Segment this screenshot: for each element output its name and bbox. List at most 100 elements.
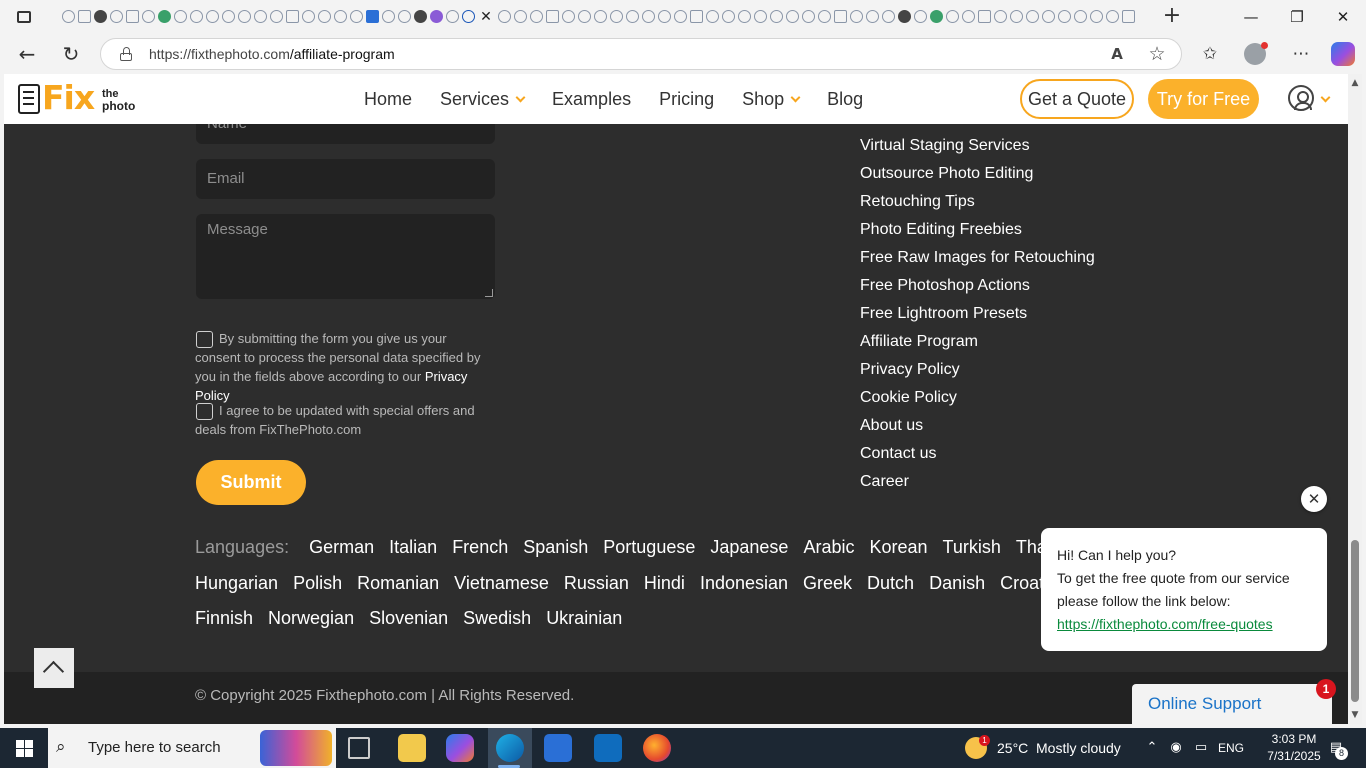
windows-start-icon[interactable] bbox=[16, 740, 33, 757]
tab-favicon-icon[interactable] bbox=[1041, 10, 1055, 23]
language-link[interactable]: French bbox=[452, 537, 508, 558]
more-menu-icon[interactable]: ⋯ bbox=[1287, 41, 1315, 67]
language-link[interactable]: Swedish bbox=[463, 608, 531, 629]
tab-favicon-icon[interactable] bbox=[961, 10, 975, 23]
scroll-to-top-button[interactable] bbox=[34, 648, 74, 688]
online-support-button[interactable]: Online Support bbox=[1132, 684, 1332, 724]
footer-link[interactable]: About us bbox=[860, 417, 923, 435]
tab-favicon-icon[interactable] bbox=[445, 10, 459, 23]
address-bar[interactable]: https://fixthephoto.com/affiliate-progra… bbox=[100, 38, 1182, 70]
reload-button[interactable]: ↻ bbox=[56, 40, 86, 68]
tab-favicon-icon[interactable] bbox=[333, 10, 347, 23]
tab-favicon-icon[interactable] bbox=[221, 10, 235, 23]
tab-favicon-icon[interactable] bbox=[913, 10, 927, 23]
tab-favicon-icon[interactable] bbox=[625, 10, 639, 23]
tab-actions-icon[interactable] bbox=[10, 6, 38, 28]
menu-services[interactable]: Services bbox=[440, 89, 526, 110]
tab-favicon-icon[interactable] bbox=[1009, 10, 1023, 23]
edge-browser-icon[interactable] bbox=[496, 734, 524, 762]
task-view-icon[interactable] bbox=[348, 737, 370, 759]
close-tab-icon[interactable]: ✕ bbox=[478, 9, 494, 25]
language-link[interactable]: Polish bbox=[293, 573, 342, 594]
footer-link[interactable]: Free Raw Images for Retouching bbox=[860, 249, 1095, 267]
language-link[interactable]: Russian bbox=[564, 573, 629, 594]
language-link[interactable]: Slovenian bbox=[369, 608, 448, 629]
read-aloud-icon[interactable]: A bbox=[1105, 43, 1129, 65]
language-link[interactable]: Vietnamese bbox=[454, 573, 549, 594]
maximize-button[interactable]: ❐ bbox=[1274, 4, 1320, 30]
tab-favicon-icon[interactable] bbox=[641, 10, 655, 23]
get-quote-button[interactable]: Get a Quote bbox=[1020, 79, 1134, 119]
language-link[interactable]: Greek bbox=[803, 573, 852, 594]
language-link[interactable]: Ukrainian bbox=[546, 608, 622, 629]
email-input[interactable]: Email bbox=[196, 159, 495, 199]
footer-link[interactable]: Contact us bbox=[860, 445, 936, 463]
try-free-button[interactable]: Try for Free bbox=[1148, 79, 1259, 119]
menu-shop[interactable]: Shop bbox=[742, 89, 801, 110]
weather-text[interactable]: Mostly cloudy bbox=[1036, 728, 1121, 768]
taskbar-clock[interactable]: 3:03 PM 7/31/2025 bbox=[1262, 731, 1326, 765]
user-account-icon[interactable] bbox=[1288, 85, 1314, 111]
url-text[interactable]: https://fixthephoto.com/affiliate-progra… bbox=[149, 39, 395, 69]
tab-favicon-icon[interactable] bbox=[189, 10, 203, 23]
tab-favicon-icon[interactable] bbox=[929, 10, 943, 23]
tab-favicon-icon[interactable] bbox=[317, 10, 331, 23]
footer-link[interactable]: Free Lightroom Presets bbox=[860, 305, 1027, 323]
tab-favicon-icon[interactable] bbox=[561, 10, 575, 23]
menu-home[interactable]: Home bbox=[364, 89, 412, 110]
tab-favicon-icon[interactable] bbox=[93, 10, 107, 23]
tab-favicon-icon[interactable] bbox=[721, 10, 735, 23]
language-link[interactable]: Hungarian bbox=[195, 573, 278, 594]
tab-favicon-icon[interactable] bbox=[365, 10, 379, 23]
footer-link[interactable]: Affiliate Program bbox=[860, 333, 978, 351]
tray-overflow-icon[interactable]: ⌃ bbox=[1143, 738, 1161, 758]
close-window-button[interactable]: ✕ bbox=[1320, 4, 1366, 30]
tab-favicon-icon[interactable] bbox=[833, 10, 847, 23]
footer-link[interactable]: Outsource Photo Editing bbox=[860, 165, 1033, 183]
menu-pricing[interactable]: Pricing bbox=[659, 89, 714, 110]
tab-favicon-icon[interactable] bbox=[413, 10, 427, 23]
tab-favicon-icon[interactable] bbox=[157, 10, 171, 23]
tab-favicon-icon[interactable] bbox=[785, 10, 799, 23]
tab-favicon-icon[interactable] bbox=[609, 10, 623, 23]
tab-favicon-icon[interactable] bbox=[1025, 10, 1039, 23]
copilot-icon[interactable] bbox=[1331, 42, 1355, 66]
microsoft-store-icon[interactable] bbox=[544, 734, 572, 762]
tab-favicon-icon[interactable] bbox=[397, 10, 411, 23]
language-link[interactable]: Finnish bbox=[195, 608, 253, 629]
temperature-text[interactable]: 25°C bbox=[997, 728, 1028, 768]
language-link[interactable]: Hindi bbox=[644, 573, 685, 594]
tab-favicon-icon[interactable] bbox=[529, 10, 543, 23]
language-link[interactable]: Spanish bbox=[523, 537, 588, 558]
tab-favicon-icon[interactable] bbox=[253, 10, 267, 23]
lock-icon[interactable] bbox=[119, 47, 133, 61]
scrollbar-thumb[interactable] bbox=[1351, 540, 1359, 702]
language-link[interactable]: Indonesian bbox=[700, 573, 788, 594]
scroll-down-arrow-icon[interactable]: ▼ bbox=[1348, 708, 1362, 722]
back-button[interactable]: ← bbox=[12, 40, 42, 68]
resize-handle-icon[interactable] bbox=[485, 289, 493, 297]
tab-favicon-icon[interactable] bbox=[285, 10, 299, 23]
language-link[interactable]: Norwegian bbox=[268, 608, 354, 629]
chat-close-button[interactable]: ✕ bbox=[1301, 486, 1327, 512]
tab-favicon-icon[interactable] bbox=[1073, 10, 1087, 23]
tab-favicon-icon[interactable] bbox=[1105, 10, 1119, 23]
footer-link[interactable]: Retouching Tips bbox=[860, 193, 975, 211]
minimize-button[interactable]: — bbox=[1228, 4, 1274, 30]
footer-link[interactable]: Cookie Policy bbox=[860, 389, 957, 407]
favorite-star-icon[interactable]: ☆ bbox=[1145, 43, 1169, 65]
tab-favicon-icon[interactable] bbox=[141, 10, 155, 23]
footer-link[interactable]: Photo Editing Freebies bbox=[860, 221, 1022, 239]
tab-favicon-icon[interactable] bbox=[945, 10, 959, 23]
language-link[interactable]: Arabic bbox=[803, 537, 854, 558]
scroll-up-arrow-icon[interactable]: ▲ bbox=[1348, 76, 1362, 90]
copilot-app-icon[interactable] bbox=[446, 734, 474, 762]
language-link[interactable]: German bbox=[309, 537, 374, 558]
language-link[interactable]: Korean bbox=[869, 537, 927, 558]
tab-favicon-icon[interactable] bbox=[513, 10, 527, 23]
language-link[interactable]: Danish bbox=[929, 573, 985, 594]
favorites-icon[interactable]: ✩ bbox=[1196, 41, 1224, 67]
tab-favicon-icon[interactable] bbox=[545, 10, 559, 23]
footer-link[interactable]: Privacy Policy bbox=[860, 361, 960, 379]
menu-blog[interactable]: Blog bbox=[827, 89, 863, 110]
